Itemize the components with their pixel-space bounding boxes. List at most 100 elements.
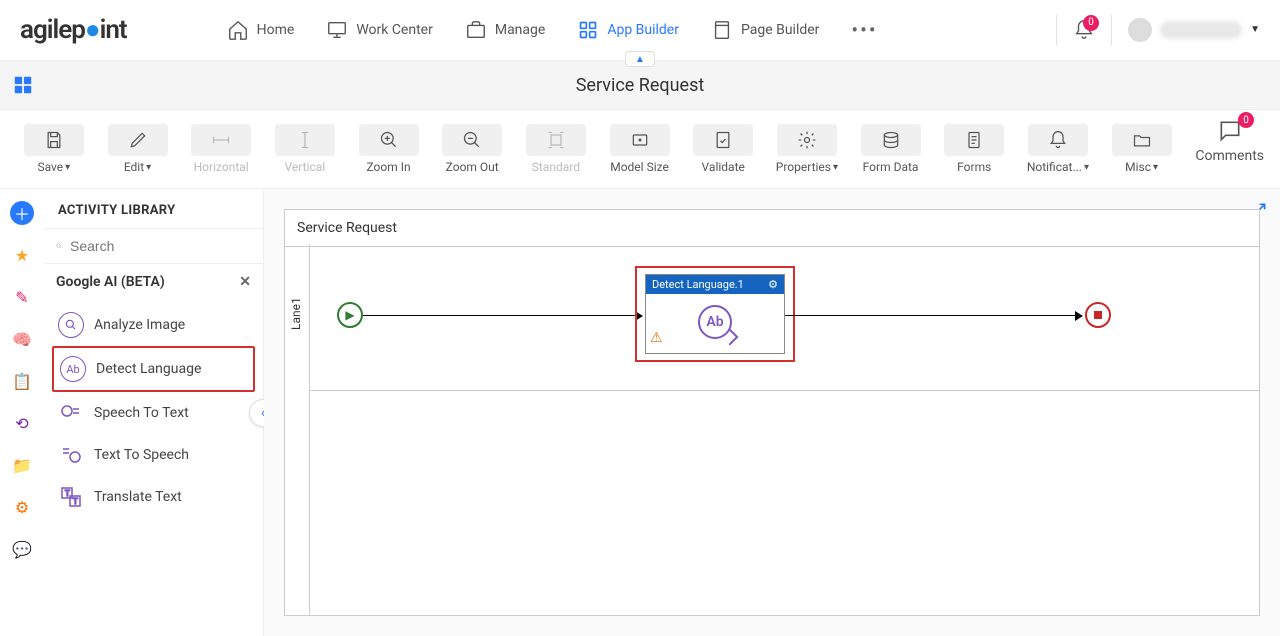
zoom-in-button[interactable]: Zoom In [351, 118, 427, 180]
nav-more[interactable]: ••• [851, 18, 877, 42]
home-icon [227, 19, 249, 41]
detect-language-node[interactable]: Detect Language.1 ⚙ ⚠ Ab [645, 274, 785, 354]
connector-icon[interactable]: ⚙ [10, 495, 34, 519]
detect-language-icon: Ab [60, 356, 86, 382]
speech-to-text-icon [58, 400, 84, 426]
clipboard-icon[interactable]: 📋 [10, 369, 34, 393]
horizontal-button[interactable]: Horizontal [183, 118, 259, 180]
nav-work-center[interactable]: Work Center [326, 19, 433, 41]
forms-icon [944, 124, 1004, 156]
canvas-wrap: Service Request Lane1 ▶ Detect Language.… [264, 189, 1280, 636]
notifications-button[interactable]: Notificat...▾ [1020, 118, 1096, 180]
standard-button[interactable]: Standard [518, 118, 594, 180]
vertical-icon [275, 124, 335, 156]
start-node[interactable]: ▶ [337, 302, 363, 328]
nav-items: Home Work Center Manage App Builder Page… [227, 18, 878, 42]
close-category[interactable]: ✕ [239, 274, 251, 290]
model-size-button[interactable]: Model Size [602, 118, 678, 180]
apps-grid-icon[interactable] [12, 74, 34, 96]
save-button[interactable]: Save▾ [16, 118, 92, 180]
node-icon: Ab [698, 305, 732, 339]
zoom-out-icon [442, 124, 502, 156]
brand-logo: agilep●int [20, 14, 127, 45]
activity-library-panel: ACTIVITY LIBRARY Google AI (BETA) ✕ Anal… [44, 189, 264, 636]
user-menu[interactable]: ▼ [1128, 18, 1260, 42]
forms-button[interactable]: Forms [936, 118, 1012, 180]
arrow-icon [1075, 311, 1083, 321]
edit-button[interactable]: Edit▾ [100, 118, 176, 180]
zoom-out-button[interactable]: Zoom Out [434, 118, 510, 180]
comments-badge: 0 [1238, 112, 1254, 128]
edit-rail-icon[interactable]: ✎ [10, 285, 34, 309]
form-data-button[interactable]: Form Data [853, 118, 929, 180]
bell-outline-icon [1028, 124, 1088, 156]
lane-label: Lane1 [289, 297, 303, 330]
standard-icon [526, 124, 586, 156]
database-icon [861, 124, 921, 156]
search-input[interactable] [70, 238, 251, 254]
activity-text-to-speech[interactable]: Text To Speech [52, 434, 255, 476]
zoom-in-icon [359, 124, 419, 156]
category-label: Google AI (BETA) [56, 274, 165, 290]
nav-work-center-label: Work Center [356, 22, 433, 38]
activity-node-highlight: Detect Language.1 ⚙ ⚠ Ab [635, 266, 795, 362]
nav-page-builder-label: Page Builder [741, 22, 819, 38]
translate-icon: TT [58, 484, 84, 510]
svg-text:T: T [73, 497, 78, 506]
collapse-header-btn[interactable]: ▲ [625, 51, 655, 67]
folder-rail-icon[interactable]: 📁 [10, 453, 34, 477]
activity-analyze-image[interactable]: Analyze Image [52, 304, 255, 346]
warning-icon: ⚠ [650, 330, 663, 346]
page-icon [711, 19, 733, 41]
star-icon[interactable]: ★ [10, 243, 34, 267]
bell-badge: 0 [1083, 15, 1099, 31]
activity-speech-to-text[interactable]: Speech To Text [52, 392, 255, 434]
ai-icon[interactable]: 🧠 [10, 327, 34, 351]
flow-connector [785, 315, 1081, 316]
chevron-down-icon: ▼ [1250, 24, 1260, 35]
lane-divider-h [309, 390, 1259, 391]
comments-button[interactable]: 0 Comments [1195, 118, 1264, 164]
divider [1111, 15, 1112, 45]
apps-icon [577, 19, 599, 41]
nav-page-builder[interactable]: Page Builder [711, 19, 819, 41]
gear-icon [777, 124, 837, 156]
nav-home[interactable]: Home [227, 19, 295, 41]
nav-manage[interactable]: Manage [465, 19, 545, 41]
node-body: ⚠ Ab [646, 294, 784, 350]
add-button[interactable]: ＋ [10, 201, 34, 225]
misc-button[interactable]: Misc▾ [1104, 118, 1180, 180]
analyze-image-icon [58, 312, 84, 338]
divider [1056, 15, 1057, 45]
svg-text:T: T [65, 489, 70, 498]
activity-list: Analyze Image Ab Detect Language Speech … [44, 300, 263, 522]
nav-manage-label: Manage [495, 22, 545, 38]
avatar [1128, 18, 1152, 42]
nav-right: 0 ▼ [1056, 15, 1260, 45]
gear-small-icon[interactable]: ⚙ [768, 278, 778, 291]
category-header: Google AI (BETA) ✕ [44, 264, 263, 300]
validate-button[interactable]: Validate [685, 118, 761, 180]
activity-detect-language[interactable]: Ab Detect Language [52, 346, 255, 392]
chat-icon[interactable]: 💬 [10, 537, 34, 561]
username-redacted [1160, 21, 1242, 39]
vertical-button[interactable]: Vertical [267, 118, 343, 180]
end-node[interactable] [1085, 302, 1111, 328]
monitor-icon [326, 19, 348, 41]
notifications-bell[interactable]: 0 [1073, 19, 1095, 41]
nav-app-builder-label: App Builder [607, 22, 679, 38]
main-area: ＋ ★ ✎ 🧠 📋 ⟲ 📁 ⚙ 💬 ACTIVITY LIBRARY Googl… [0, 189, 1280, 636]
properties-button[interactable]: Properties▾ [769, 118, 845, 180]
briefcase-icon [465, 19, 487, 41]
search-icon [56, 237, 62, 255]
lane-divider-v [309, 244, 310, 615]
model-size-icon [610, 124, 670, 156]
nav-home-label: Home [257, 22, 295, 38]
activity-translate-text[interactable]: TT Translate Text [52, 476, 255, 518]
loop-icon[interactable]: ⟲ [10, 411, 34, 435]
canvas-title: Service Request [285, 210, 1259, 247]
process-canvas[interactable]: Service Request Lane1 ▶ Detect Language.… [284, 209, 1260, 616]
nav-app-builder[interactable]: App Builder [577, 19, 679, 41]
horizontal-icon [191, 124, 251, 156]
panel-title: ACTIVITY LIBRARY [44, 189, 263, 229]
